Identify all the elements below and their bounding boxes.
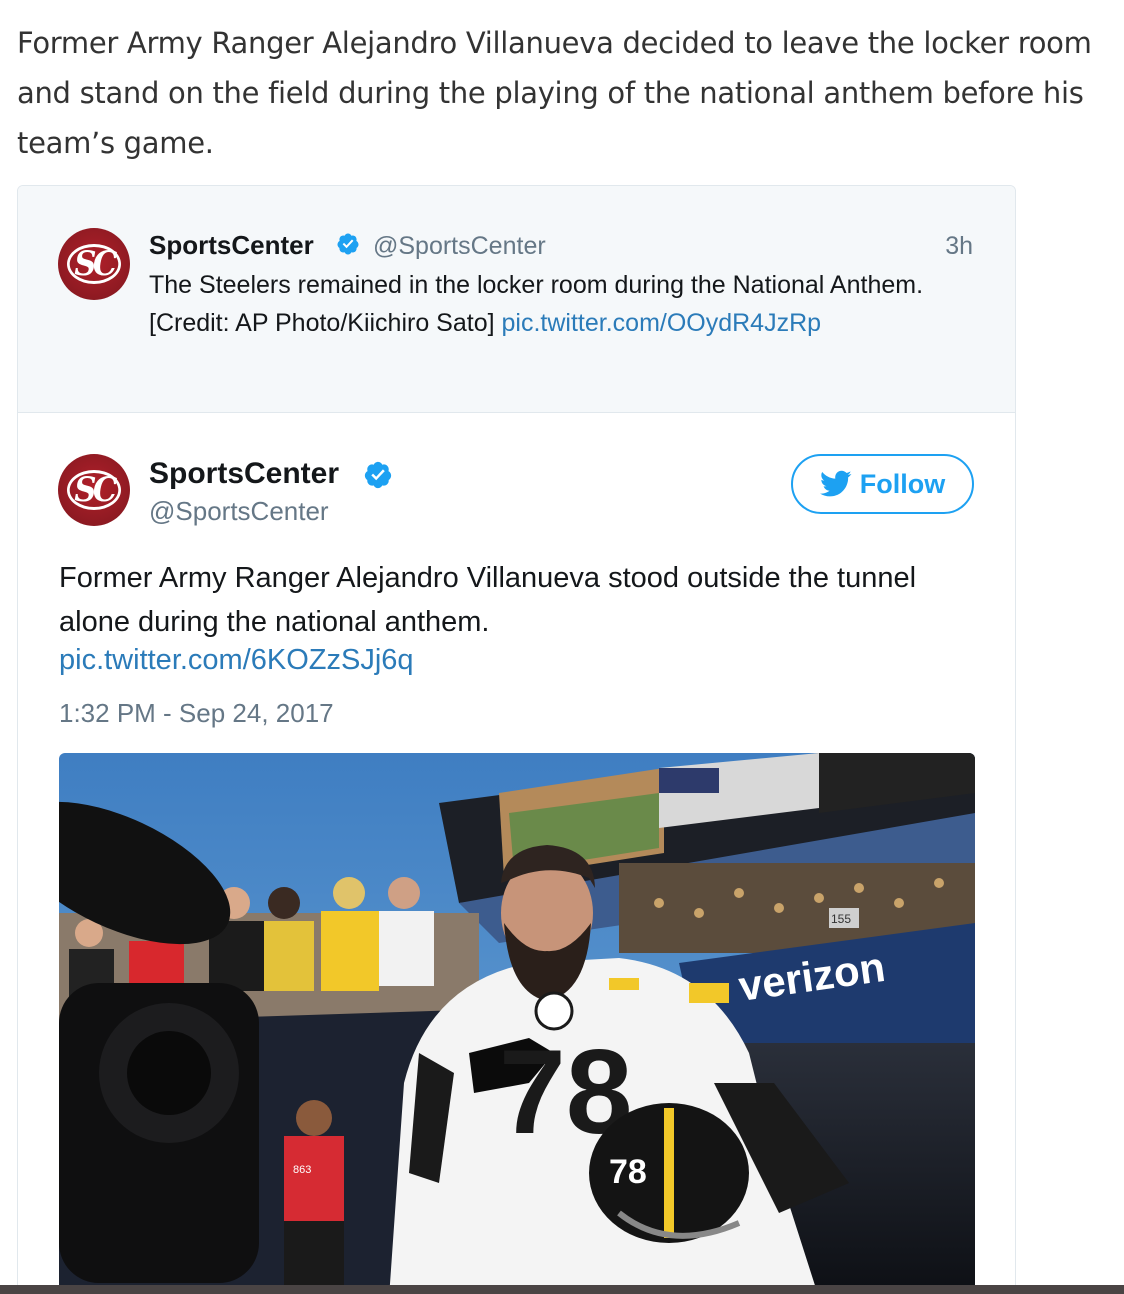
tweet-text: Former Army Ranger Alejandro Villanueva … — [59, 562, 917, 638]
twitter-bird-icon — [819, 470, 852, 497]
window-bottom-edge — [0, 1285, 1124, 1294]
sportscenter-avatar[interactable]: SC — [58, 228, 130, 300]
tweet-timestamp[interactable]: 1:32 PM - Sep 24, 2017 — [59, 698, 334, 729]
author-name[interactable]: SportsCenter — [149, 457, 339, 491]
quoted-author-handle[interactable]: @SportsCenter — [373, 232, 546, 261]
follow-label: Follow — [859, 468, 946, 499]
quoted-credit: [Credit: AP Photo/Kiichiro Sato] — [149, 309, 495, 337]
sc-logo: SC — [67, 470, 121, 510]
quoted-timestamp[interactable]: 3h — [945, 232, 973, 261]
tweet-embed: SC SportsCenter @SportsCenter 3h The Ste… — [17, 185, 1016, 1294]
quoted-text-body: The Steelers remained in the locker room… — [149, 271, 924, 299]
tweet-pic-link[interactable]: pic.twitter.com/6KOZzSJj6q — [59, 644, 414, 677]
quoted-author-name[interactable]: SportsCenter — [149, 230, 314, 261]
helmet-number: 78 — [609, 1153, 647, 1191]
sportscenter-avatar[interactable]: SC — [58, 454, 130, 526]
quoted-pic-link[interactable]: pic.twitter.com/OOydR4JzRp — [502, 309, 822, 337]
stadium-photo: verizon 155 863 78 78 — [59, 753, 975, 1293]
tweet-photo[interactable]: verizon 155 863 78 78 — [59, 753, 975, 1293]
badge-number: 863 — [293, 1164, 311, 1176]
article-paragraph: Former Army Ranger Alejandro Villanueva … — [17, 26, 1092, 160]
quoted-tweet[interactable]: SC SportsCenter @SportsCenter 3h The Ste… — [18, 186, 1015, 413]
author-handle[interactable]: @SportsCenter — [149, 496, 329, 527]
follow-button[interactable]: Follow — [791, 454, 974, 514]
quoted-tweet-text: The Steelers remained in the locker room… — [149, 266, 949, 342]
section-number: 155 — [831, 912, 851, 926]
verified-badge-icon — [337, 233, 359, 255]
sc-logo: SC — [67, 244, 121, 284]
verified-badge-icon — [364, 461, 392, 489]
